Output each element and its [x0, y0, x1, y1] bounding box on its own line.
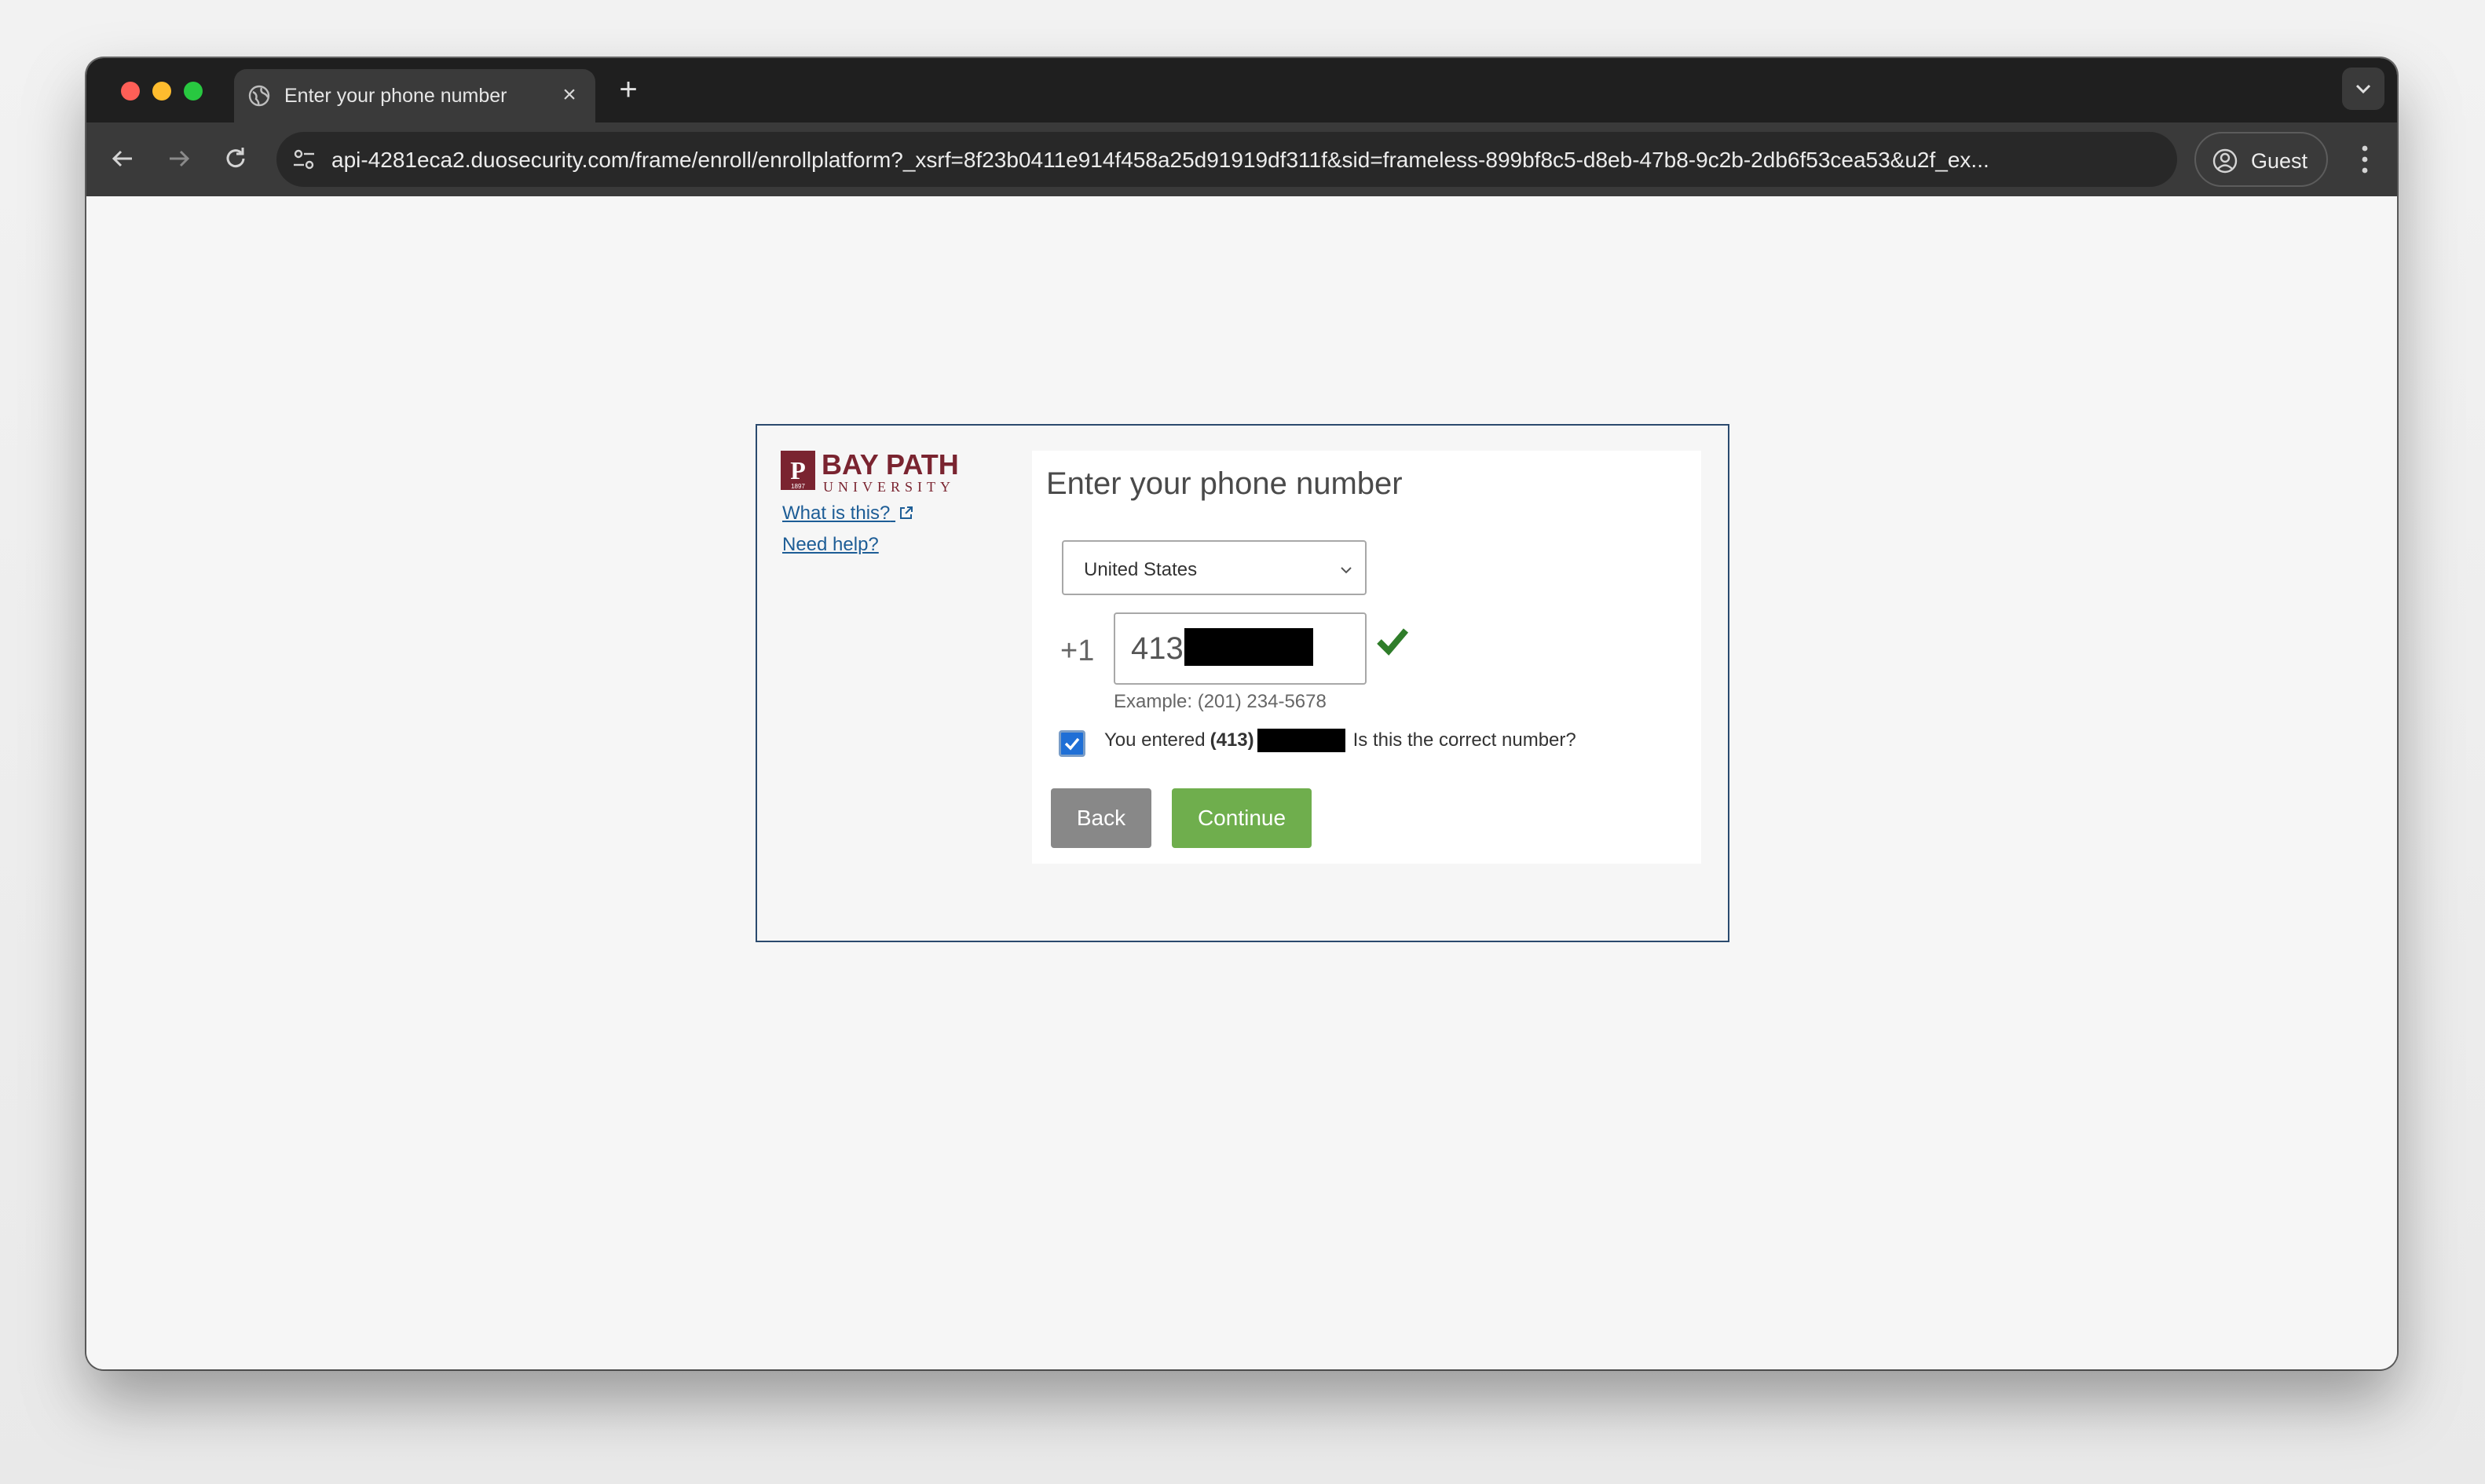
svg-text:BAY PATH: BAY PATH	[822, 449, 959, 481]
confirm-number-label: You entered (413) Is this the correct nu…	[1104, 729, 1576, 752]
external-link-icon	[900, 506, 913, 519]
zoom-window-button[interactable]	[184, 82, 203, 101]
check-icon	[1064, 737, 1080, 751]
profile-label: Guest	[2251, 149, 2308, 173]
browser-toolbar: api-4281eca2.duosecurity.com/frame/enrol…	[86, 122, 2397, 196]
duo-enroll-frame: P 1897 BAY PATH UNIVERSITY What is this?…	[756, 424, 1729, 942]
checkmark-icon	[1377, 628, 1409, 656]
profile-button[interactable]: Guest	[2194, 132, 2328, 187]
redaction-box	[1257, 729, 1345, 752]
tab-bar: Enter your phone number × +	[86, 58, 2397, 122]
svg-text:1897: 1897	[791, 483, 805, 490]
what-is-this-link[interactable]: What is this?	[782, 503, 914, 525]
phone-example-hint: Example: (201) 234-5678	[1114, 691, 1327, 712]
address-bar[interactable]: api-4281eca2.duosecurity.com/frame/enrol…	[276, 132, 2177, 187]
kebab-menu-icon[interactable]	[2353, 141, 2377, 177]
browser-window: Enter your phone number × + api-4281eca2…	[86, 58, 2397, 1369]
arrow-right-icon[interactable]	[162, 141, 196, 176]
phone-number-value: 413	[1131, 631, 1184, 666]
plus-icon[interactable]: +	[611, 72, 646, 107]
bay-path-university-logo: P 1897 BAY PATH UNIVERSITY	[781, 449, 959, 495]
close-icon[interactable]: ×	[556, 82, 583, 108]
country-code: +1	[1060, 634, 1095, 667]
page-content: P 1897 BAY PATH UNIVERSITY What is this?…	[86, 196, 2397, 1369]
chevron-down-icon	[1341, 567, 1352, 574]
globe-icon	[248, 85, 270, 107]
chevron-down-icon	[2355, 84, 2371, 94]
country-value: United States	[1084, 559, 1198, 580]
minimize-window-button[interactable]	[152, 82, 171, 101]
close-window-button[interactable]	[121, 82, 140, 101]
need-help-link[interactable]: Need help?	[782, 534, 879, 556]
url-text: api-4281eca2.duosecurity.com/frame/enrol…	[331, 148, 1989, 172]
page-title: Enter your phone number	[1046, 466, 1403, 501]
country-select[interactable]: United States	[1062, 540, 1367, 595]
person-circle-icon	[2212, 148, 2238, 174]
redaction-box	[1184, 628, 1313, 666]
arrow-left-icon[interactable]	[105, 141, 140, 176]
phone-number-input[interactable]: 413	[1114, 612, 1367, 685]
svg-text:UNIVERSITY: UNIVERSITY	[823, 479, 955, 495]
continue-button[interactable]: Continue	[1172, 788, 1312, 848]
svg-text:P: P	[790, 456, 806, 484]
reload-icon[interactable]	[218, 141, 253, 176]
confirm-number-checkbox[interactable]	[1059, 730, 1085, 757]
tune-icon[interactable]	[291, 146, 317, 173]
tab-title: Enter your phone number	[284, 85, 507, 107]
desktop: Enter your phone number × + api-4281eca2…	[0, 0, 2485, 1484]
back-button[interactable]: Back	[1051, 788, 1151, 848]
active-tab[interactable]: Enter your phone number ×	[234, 69, 595, 122]
enroll-card: Enter your phone number United States +1…	[1032, 451, 1701, 864]
tab-search-button[interactable]	[2342, 68, 2384, 110]
